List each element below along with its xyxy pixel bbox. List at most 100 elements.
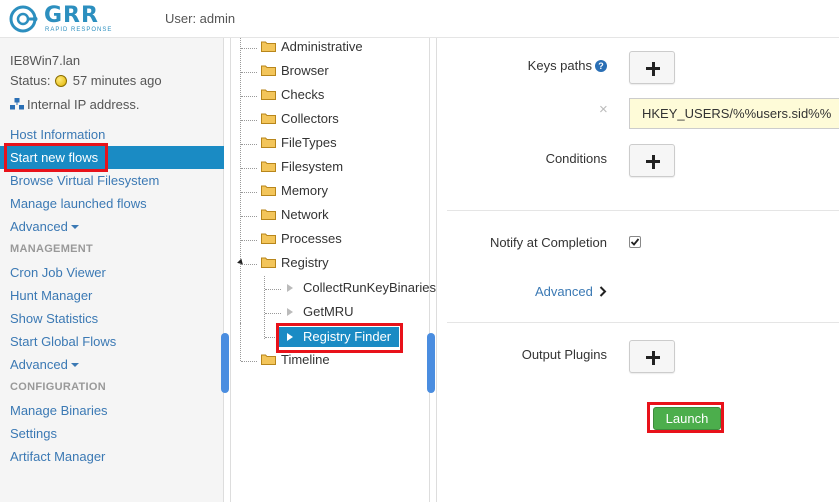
tree-item-label: Timeline (281, 352, 330, 367)
tree-folder-browser[interactable]: Browser (261, 63, 329, 83)
right-splitter-handle[interactable] (427, 333, 435, 393)
folder-icon (261, 65, 276, 76)
add-key-path-button[interactable] (629, 51, 675, 84)
key-path-input[interactable]: HKEY_USERS/%%users.sid%% (629, 98, 839, 129)
tree-folder-filesystem[interactable]: Filesystem (261, 159, 343, 179)
highlight-box (4, 143, 108, 172)
form-divider (447, 322, 839, 323)
nav-advanced-management-dropdown[interactable]: Advanced (10, 357, 79, 372)
folder-icon (261, 89, 276, 100)
folder-icon (261, 41, 276, 52)
tree-item-label: Memory (281, 183, 328, 198)
logo-text[interactable]: GRR (44, 3, 99, 28)
tree-folder-processes[interactable]: Processes (261, 231, 342, 251)
tree-connector (241, 120, 257, 121)
keys-paths-text: Keys paths (527, 58, 592, 73)
tree-connector (264, 276, 265, 339)
output-plugins-label: Output Plugins (521, 347, 607, 362)
grr-logo-icon[interactable] (8, 4, 38, 34)
nav-hunt-manager[interactable]: Hunt Manager (10, 288, 92, 303)
folder-icon (261, 233, 276, 244)
status-prefix: Status: (10, 73, 51, 88)
notify-label: Notify at Completion (489, 235, 607, 250)
conditions-label: Conditions (545, 151, 607, 166)
tree-item-collectrunkeybinaries[interactable]: CollectRunKeyBinaries (287, 280, 436, 300)
tree-item-label: Collectors (281, 111, 339, 126)
flow-form-panel: Keys paths? × HKEY_USERS/%%users.sid%% C… (436, 38, 839, 502)
tree-item-label: FileTypes (281, 135, 337, 150)
nav-start-global-flows[interactable]: Start Global Flows (10, 334, 116, 349)
left-splitter-handle[interactable] (221, 333, 229, 393)
nav-artifact-manager[interactable]: Artifact Manager (10, 449, 105, 464)
notify-checkbox[interactable] (629, 236, 641, 248)
tree-folder-timeline[interactable]: Timeline (261, 352, 330, 372)
tree-connector (240, 323, 241, 361)
folder-icon (261, 185, 276, 196)
tree-folder-administrative[interactable]: Administrative (261, 39, 363, 59)
flow-tree-panel: Administrative Browser Checks Collectors Fil… (230, 38, 436, 502)
client-hostname: IE8Win7.lan (10, 53, 81, 68)
tree-connector (241, 240, 257, 241)
tree-connector (241, 361, 257, 362)
nav-advanced-label: Advanced (10, 219, 68, 234)
tree-item-label: Registry (281, 255, 329, 270)
section-configuration: CONFIGURATION (10, 381, 106, 393)
tree-folder-registry[interactable]: Registry (261, 255, 329, 275)
keys-paths-label: Keys paths? (437, 58, 607, 73)
tree-folder-memory[interactable]: Memory (261, 183, 328, 203)
nav-show-statistics[interactable]: Show Statistics (10, 311, 98, 326)
checkmark-icon (630, 238, 640, 246)
tree-item-label: Browser (281, 63, 329, 78)
tree-item-label: Processes (281, 231, 342, 246)
ip-info: Internal IP address. (27, 97, 140, 112)
collapse-toggle-icon[interactable] (237, 258, 245, 267)
highlight-box (647, 402, 724, 433)
tree-connector (241, 72, 257, 73)
app-header: GRR RAPID RESPONSE User: admin (0, 0, 839, 38)
remove-key-path-icon[interactable]: × (599, 101, 608, 118)
tree-connector (241, 96, 257, 97)
nav-host-information[interactable]: Host Information (10, 127, 105, 142)
tree-item-label: Administrative (281, 39, 363, 54)
advanced-options-link[interactable]: Advanced (535, 284, 607, 299)
add-output-plugin-button[interactable] (629, 340, 675, 373)
client-ip: Internal IP address. (10, 97, 140, 112)
tree-item-getmru[interactable]: GetMRU (287, 304, 354, 324)
folder-icon (261, 209, 276, 220)
nav-advanced-dropdown[interactable]: Advanced (10, 219, 79, 234)
nav-settings[interactable]: Settings (10, 426, 57, 441)
tree-folder-network[interactable]: Network (261, 207, 329, 227)
nav-manage-flows[interactable]: Manage launched flows (10, 196, 147, 211)
section-management: MANAGEMENT (10, 243, 94, 255)
folder-icon (261, 354, 276, 365)
help-icon[interactable]: ? (595, 60, 607, 72)
user-label: User: admin (165, 11, 236, 26)
nav-browse-vfs[interactable]: Browse Virtual Filesystem (10, 173, 159, 188)
chevron-right-icon (600, 286, 607, 297)
folder-icon (261, 137, 276, 148)
client-status: Status: 57 minutes ago (10, 73, 162, 88)
tree-item-label: Checks (281, 87, 325, 102)
status-time: 57 minutes ago (72, 73, 162, 88)
tree-connector (241, 48, 257, 49)
add-condition-button[interactable] (629, 144, 675, 177)
nav-advanced-label: Advanced (10, 357, 68, 372)
nav-manage-binaries[interactable]: Manage Binaries (10, 403, 108, 418)
folder-icon (261, 113, 276, 124)
tree-folder-collectors[interactable]: Collectors (261, 111, 339, 131)
nav-cron-job-viewer[interactable]: Cron Job Viewer (10, 265, 106, 280)
expand-arrow-icon (287, 308, 293, 316)
tree-connector (241, 216, 257, 217)
folder-icon (261, 257, 276, 268)
expand-arrow-icon (287, 284, 293, 292)
tree-item-label: Network (281, 207, 329, 222)
tree-connector (241, 192, 257, 193)
tree-connector (241, 144, 257, 145)
tree-connector (265, 289, 281, 290)
tree-folder-filetypes[interactable]: FileTypes (261, 135, 337, 155)
tree-connector (241, 264, 257, 265)
folder-icon (261, 161, 276, 172)
tree-folder-checks[interactable]: Checks (261, 87, 324, 107)
tree-connector (240, 38, 241, 323)
caret-down-icon (70, 363, 79, 367)
